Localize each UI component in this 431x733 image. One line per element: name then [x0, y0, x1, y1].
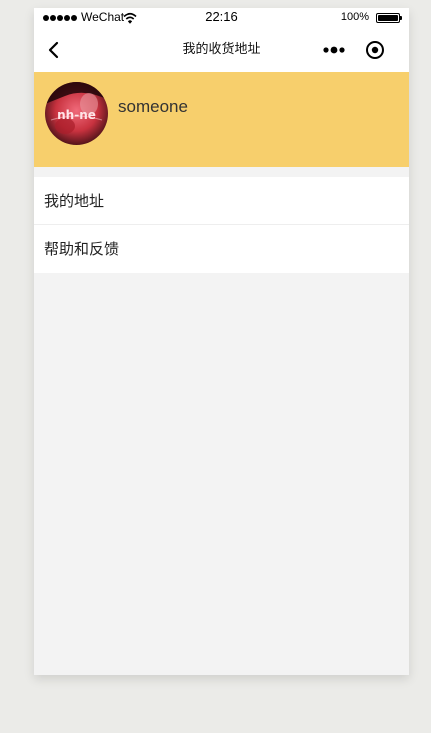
username: someone [118, 97, 188, 116]
status-bar: WeChat 22:16 100% [34, 8, 409, 28]
menu-list: 我的地址 帮助和反馈 [34, 177, 409, 273]
more-dots-icon[interactable] [321, 42, 347, 58]
avatar-text: nh-ne [57, 108, 96, 122]
battery-icon [376, 13, 402, 23]
battery-percentage: 100% [340, 11, 369, 23]
target-circle-icon[interactable] [365, 40, 385, 60]
menu-item-help-feedback[interactable]: 帮助和反馈 [34, 225, 409, 273]
avatar-image: nh-ne [45, 82, 108, 145]
page-title: 我的收货地址 [182, 42, 261, 57]
avatar[interactable]: nh-ne [45, 82, 108, 145]
phone-screen: WeChat 22:16 100% 我的收货地址 nh-ne someone 我… [34, 8, 409, 675]
navigation-bar: 我的收货地址 [34, 28, 409, 72]
profile-header: nh-ne someone [34, 72, 409, 167]
menu-item-my-address[interactable]: 我的地址 [34, 177, 409, 225]
back-arrow-icon[interactable] [40, 36, 68, 64]
